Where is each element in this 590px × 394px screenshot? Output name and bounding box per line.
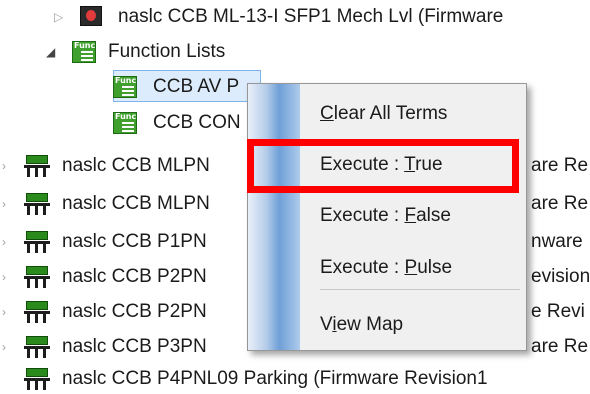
menu-item-label: ew Map [336,314,404,335]
tree-item-label-suffix: nware [531,231,583,252]
tree-item-label: naslc CCB P4PNL09 Parking (Firmware Revi… [62,368,488,389]
chevron-right-icon[interactable]: › [2,297,6,327]
function-list-icon: Func [72,41,96,63]
menu-item-label: Execute : [320,257,405,278]
tree-item-label: CCB AV P [153,76,240,97]
menu-item-accelerator: C [320,103,334,124]
device-icon [24,266,50,288]
tree-item-label: Function Lists [108,41,226,62]
device-icon [24,301,50,323]
chevron-right-icon[interactable]: ▷ [54,2,63,32]
menu-item-view-map[interactable]: View Map [320,310,403,340]
tree-item-label: naslc CCB P2PN [62,266,207,287]
chevron-right-icon[interactable]: › [2,151,6,181]
chevron-right-icon[interactable]: › [2,189,6,219]
device-icon [24,336,50,358]
tree-item-label: naslc CCB MLPN [62,193,210,214]
annotation-highlight-box [247,139,519,193]
chevron-down-icon[interactable]: ◢ [46,37,55,67]
device-icon [24,368,50,390]
tree-item-label: CCB CON [153,112,241,133]
context-menu: Clear All Terms Execute : True Execute :… [247,83,527,351]
menu-item-label: ulse [417,257,453,278]
chevron-right-icon[interactable]: › [2,262,6,292]
menu-item-label: lear All Terms [333,103,448,124]
status-icon [80,6,102,26]
tree-item-label-suffix: are Re [531,193,589,214]
chevron-right-icon[interactable]: › [2,332,6,362]
menu-item-accelerator: F [404,205,417,226]
menu-item-accelerator: P [404,257,418,278]
menu-item-label: Execute : [320,205,405,226]
function-list-icon: Func [113,76,137,98]
menu-item-execute-pulse[interactable]: Execute : Pulse [320,253,452,283]
device-icon [24,155,50,177]
tree-item-label-suffix: are Re [531,336,589,357]
menu-separator [320,289,520,290]
chevron-right-icon[interactable]: › [2,227,6,257]
tree-item-label: naslc CCB MLPN [62,155,210,176]
tree-item-label: naslc CCB P2PN [62,301,207,322]
device-icon [24,193,50,215]
menu-item-label: alse [416,205,451,226]
tree-item-label: naslc CCB P1PN [62,231,207,252]
device-icon [24,231,50,253]
tree-item-label: naslc CCB ML-13-I SFP1 Mech Lvl (Firmwar… [118,6,504,27]
tree-item-label-suffix: e Revi [531,301,585,322]
function-list-icon: Func [113,112,137,134]
menu-gutter [248,84,300,350]
menu-item-label: V [320,314,333,335]
tree-item-label-suffix: evision [531,266,590,287]
tree-item-label: naslc CCB P3PN [62,336,207,357]
tree-item-label-suffix: are Re [531,155,589,176]
tree-item-device-partial[interactable]: naslc CCB P4PNL09 Parking (Firmware Revi… [0,364,590,394]
menu-item-clear-all-terms[interactable]: Clear All Terms [320,99,447,129]
menu-item-execute-false[interactable]: Execute : False [320,201,451,231]
